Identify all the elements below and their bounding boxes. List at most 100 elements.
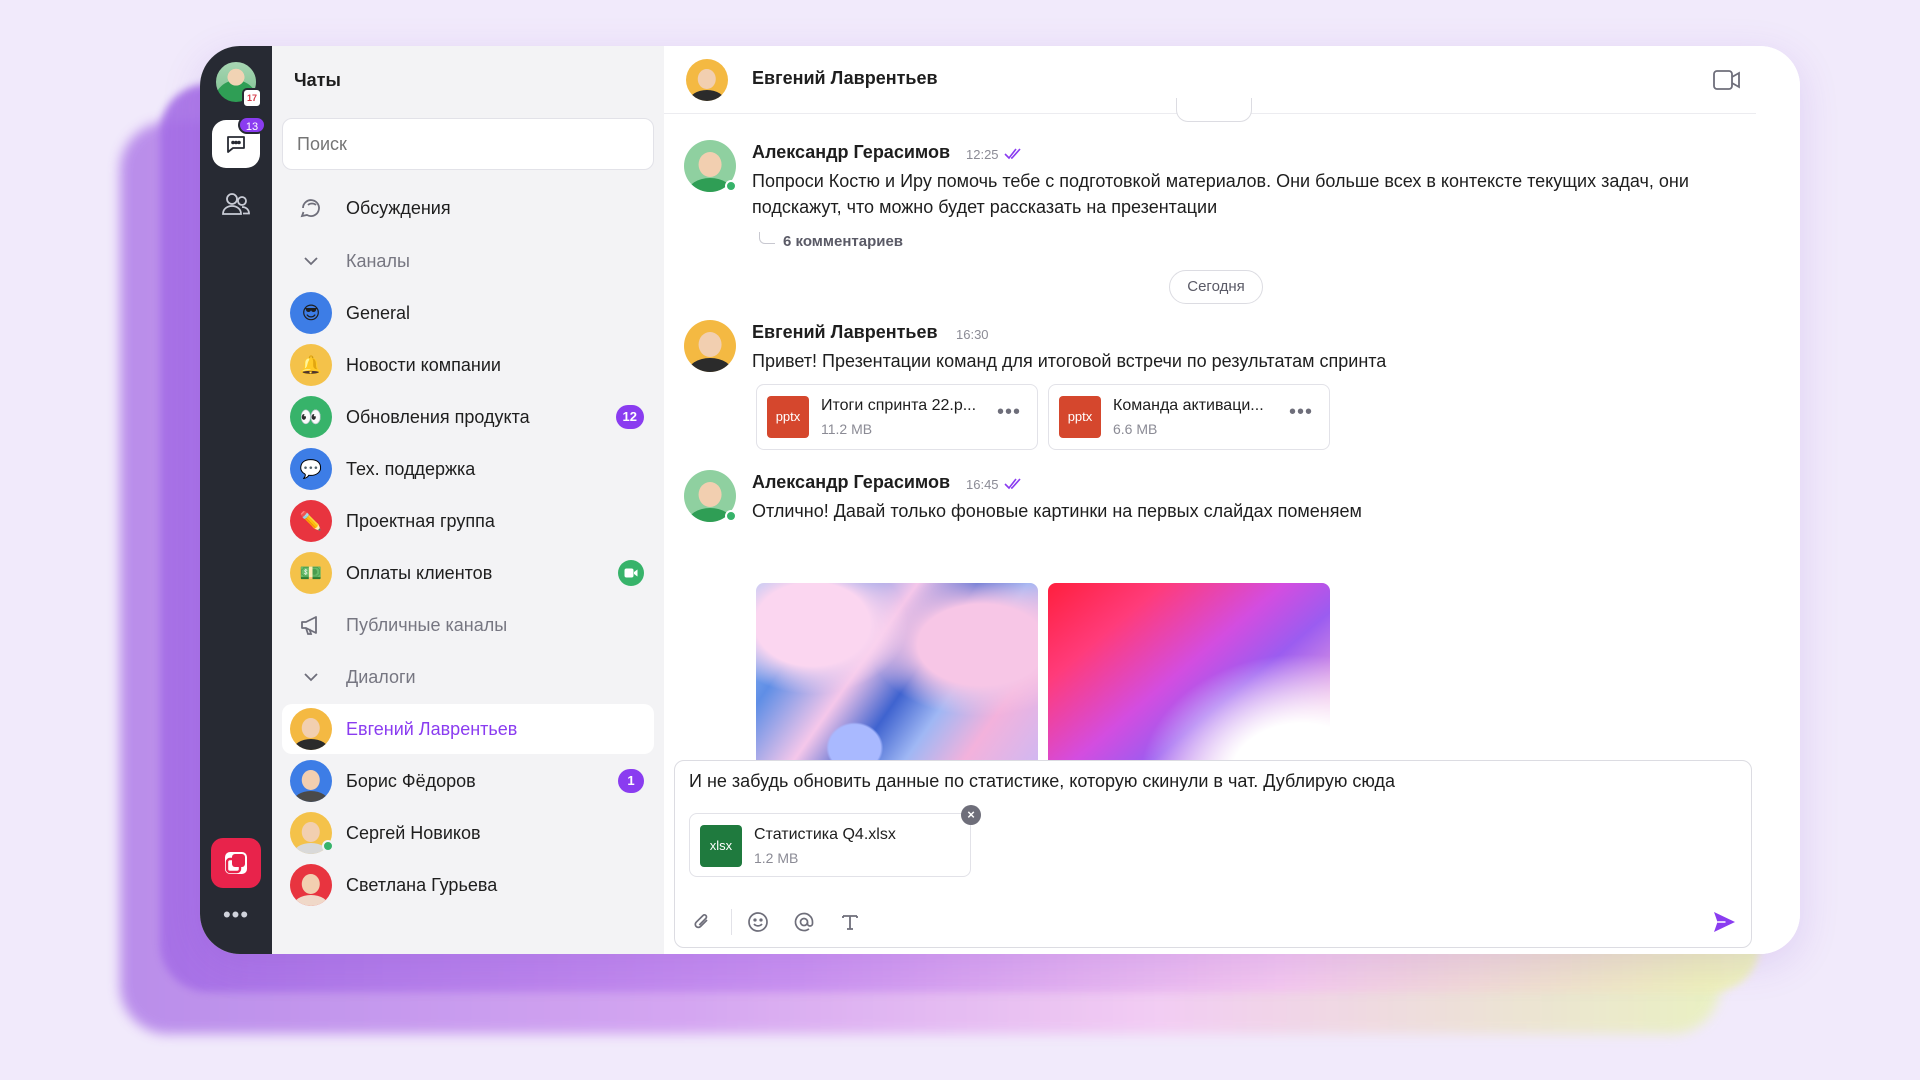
channels-header: Каналы [346, 250, 410, 271]
channel-avatar-icon: 💬 [290, 448, 332, 490]
send-icon[interactable] [1709, 907, 1739, 937]
emoji-button[interactable] [745, 909, 771, 935]
file-more-icon[interactable]: ••• [997, 401, 1021, 424]
message-author[interactable]: Александр Герасимов [752, 472, 950, 493]
image-attachment[interactable] [1048, 583, 1330, 789]
video-call-icon[interactable] [1712, 66, 1742, 94]
pptx-file-icon: pptx [1059, 396, 1101, 438]
sidebar-item-public-channels[interactable]: Публичные каналы [282, 600, 654, 650]
message-text: Попроси Костю и Иру помочь тебе с подгот… [752, 171, 1689, 217]
sidebar-item-channel[interactable]: 😎 General [282, 288, 654, 338]
mention-button[interactable] [791, 909, 817, 935]
read-checkmarks-icon [1004, 478, 1021, 490]
unread-count-badge: 1 [618, 769, 644, 793]
date-divider-partial [1176, 98, 1252, 122]
chat-sidebar: Чаты Обсуждения Каналы 😎 General 🔔 Новос… [272, 46, 664, 954]
file-size: 11.2 MB [821, 421, 873, 437]
message-text: Привет! Презентации команд для итоговой … [752, 351, 1387, 371]
sidebar-item-label: Публичные каналы [346, 614, 508, 635]
text-format-button[interactable] [837, 909, 863, 935]
message-composer: И не забудь обновить данные по статистик… [674, 760, 1752, 948]
sidebar-item-label: Оплаты клиентов [346, 562, 493, 583]
channel-avatar-icon: 💵 [290, 552, 332, 594]
image-attachment[interactable] [756, 583, 1038, 789]
sidebar-item-channel[interactable]: ✏️ Проектная группа [282, 496, 654, 546]
file-name: Статистика Q4.xlsx [754, 826, 896, 843]
file-more-icon[interactable]: ••• [1289, 401, 1313, 424]
channel-avatar-icon: 🔔 [290, 344, 332, 386]
sidebar-item-label: Сергей Новиков [346, 822, 481, 843]
message-time: 16:45 [966, 477, 999, 492]
calendar-icon[interactable]: 17 [242, 88, 262, 108]
nav-rail: 17 13 ••• [200, 46, 272, 954]
unread-count-badge: 12 [615, 405, 644, 429]
xlsx-file-icon: xlsx [700, 825, 742, 867]
sidebar-item-label: Евгений Лаврентьев [346, 718, 518, 739]
sidebar-item-channel[interactable]: 👀 Обновления продукта 12 [282, 392, 654, 442]
avatar[interactable] [686, 59, 728, 101]
more-options-icon[interactable]: ••• [216, 904, 256, 928]
avatar [290, 760, 332, 802]
sidebar-item-label: Новости компании [346, 354, 501, 375]
sidebar-item-label: Обновления продукта [346, 406, 530, 427]
sidebar-item-channel[interactable]: 💵 Оплаты клиентов [282, 548, 654, 598]
comments-link[interactable]: 6 комментариев [783, 233, 903, 250]
contacts-icon [222, 193, 250, 215]
avatar [290, 708, 332, 750]
chat-panel: Евгений Лаврентьев Александр Герасимов 1… [664, 46, 1800, 954]
message-author[interactable]: Евгений Лаврентьев [752, 322, 938, 343]
attach-file-button[interactable] [689, 909, 715, 935]
chat-title[interactable]: Евгений Лаврентьев [752, 68, 938, 89]
at-sign-icon [794, 912, 814, 932]
channel-avatar-icon: 👀 [290, 396, 332, 438]
pptx-file-icon: pptx [767, 396, 809, 438]
online-status-dot [322, 840, 334, 852]
online-status-dot [725, 180, 737, 192]
date-divider: Сегодня [1169, 270, 1263, 304]
file-attachment[interactable]: pptx Итоги спринта 22.p... 11.2 MB ••• [756, 384, 1038, 450]
read-checkmarks-icon [1004, 148, 1021, 160]
file-attachment[interactable]: pptx Команда активаци... 6.6 MB ••• [1048, 384, 1330, 450]
toolbar-divider [731, 909, 732, 935]
app-logo-icon [225, 852, 247, 874]
paperclip-icon [694, 914, 708, 929]
file-size: 1.2 MB [754, 850, 799, 866]
search-input[interactable] [282, 118, 654, 170]
message-text: Отлично! Давай только фоновые картинки н… [752, 501, 1362, 521]
sidebar-item-channel[interactable]: 💬 Тех. поддержка [282, 444, 654, 494]
sidebar-item-dialog[interactable]: Светлана Гурьева [282, 860, 654, 910]
video-call-active-icon[interactable] [618, 560, 644, 586]
file-name: Команда активаци... [1113, 397, 1264, 414]
discussions-icon [290, 187, 332, 229]
chats-unread-badge: 13 [238, 116, 266, 134]
avatar[interactable] [684, 320, 736, 372]
sidebar-item-dialog[interactable]: Борис Фёдоров 1 [282, 756, 654, 806]
sidebar-item-dialog[interactable]: Сергей Новиков [282, 808, 654, 858]
message-input[interactable]: И не забудь обновить данные по статистик… [689, 771, 1729, 792]
app-launcher-button[interactable] [211, 838, 261, 888]
sidebar-item-label: General [346, 302, 411, 323]
emoji-icon [748, 912, 768, 932]
thread-connector [759, 232, 775, 244]
contacts-nav-button[interactable] [220, 188, 252, 220]
app-window: 17 13 ••• Чаты Поиск Обсуждения Каналы 😎… [200, 46, 1800, 954]
sidebar-item-label: Проектная группа [346, 510, 495, 531]
remove-attachment-icon[interactable]: × [961, 805, 981, 825]
text-format-icon [842, 915, 858, 930]
sidebar-item-channel[interactable]: 🔔 Новости компании [282, 340, 654, 390]
channel-avatar-icon: ✏️ [290, 500, 332, 542]
sidebar-item-dialog[interactable]: Евгений Лаврентьев [282, 704, 654, 754]
sidebar-title: Чаты [294, 70, 341, 90]
chevron-down-icon [290, 656, 332, 698]
sidebar-item-label: Борис Фёдоров [346, 770, 476, 791]
message-author[interactable]: Александр Герасимов [752, 142, 950, 163]
channel-avatar-icon: 😎 [290, 292, 332, 334]
sidebar-item-discussions[interactable]: Обсуждения [282, 183, 654, 233]
dialogs-section-toggle[interactable]: Диалоги [282, 652, 654, 702]
sidebar-item-label: Светлана Гурьева [346, 874, 498, 895]
message-time: 12:25 [966, 147, 999, 162]
sidebar-item-label: Тех. поддержка [346, 458, 476, 479]
pending-attachment[interactable]: xlsx Статистика Q4.xlsx 1.2 MB [689, 813, 971, 877]
chevron-down-icon [290, 240, 332, 282]
channels-section-toggle[interactable]: Каналы [282, 236, 654, 286]
